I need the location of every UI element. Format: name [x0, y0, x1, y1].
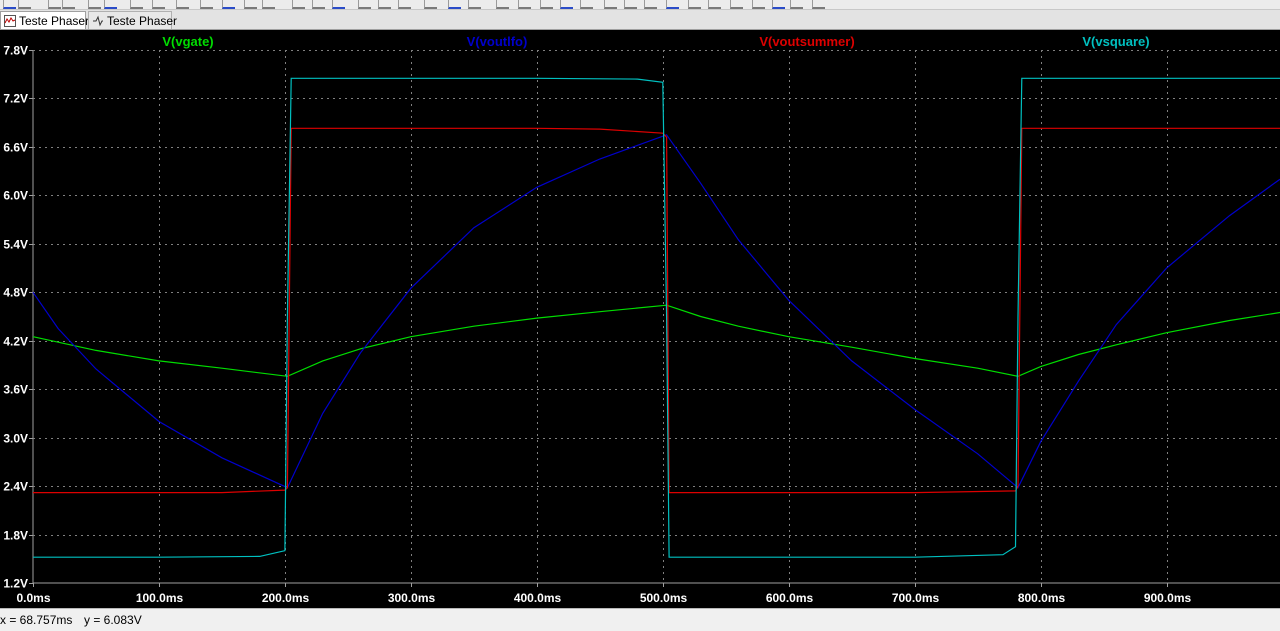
toolbar-button-icon[interactable] — [398, 0, 411, 9]
cursor-y-readout: y = 6.083V — [84, 613, 142, 627]
y-tick-label: 1.8V — [3, 529, 28, 543]
x-tick-label: 300.0ms — [388, 591, 436, 605]
y-tick-label: 1.2V — [3, 577, 28, 591]
toolbar-button-icon[interactable] — [604, 0, 617, 9]
legend-label: V(voutlfo) — [467, 34, 528, 49]
toolbar-button-icon[interactable] — [292, 0, 305, 9]
toolbar-button-icon[interactable] — [772, 0, 785, 9]
y-tick-label: 3.6V — [3, 383, 28, 397]
toolbar-button-icon[interactable] — [468, 0, 481, 9]
toolbar-button-icon[interactable] — [790, 0, 803, 9]
toolbar-button-icon[interactable] — [3, 0, 16, 9]
toolbar-button-icon[interactable] — [48, 0, 61, 9]
toolbar-button-icon[interactable] — [244, 0, 257, 9]
cursor-x-readout: x = 68.757ms — [0, 613, 73, 627]
toolbar-button-icon[interactable] — [708, 0, 721, 9]
toolbar-button-icon[interactable] — [540, 0, 553, 9]
legend-label: V(vsquare) — [1082, 34, 1149, 49]
toolbar-button-icon[interactable] — [222, 0, 235, 9]
toolbar-button-icon[interactable] — [730, 0, 743, 9]
y-tick-label: 7.2V — [3, 92, 28, 106]
toolbar-button-icon[interactable] — [424, 0, 437, 9]
x-tick-label: 100.0ms — [136, 591, 184, 605]
x-tick-label: 800.0ms — [1018, 591, 1066, 605]
toolbar-button-icon[interactable] — [312, 0, 325, 9]
x-tick-label: 600.0ms — [766, 591, 814, 605]
toolbar-button-icon[interactable] — [812, 0, 825, 9]
toolbar-button-icon[interactable] — [152, 0, 165, 9]
waveform-plot[interactable]: 0.0ms 100.0ms 200.0ms 300.0ms 400.0ms 500.0ms… — [0, 30, 1280, 608]
y-tick-label: 4.2V — [3, 335, 28, 349]
x-tick-label: 0.0ms — [16, 591, 50, 605]
toolbar-button-icon[interactable] — [176, 0, 189, 9]
toolbar-button-icon[interactable] — [18, 0, 31, 9]
y-tick-label: 2.4V — [3, 480, 28, 494]
toolbar-button-icon[interactable] — [624, 0, 637, 9]
toolbar-button-icon[interactable] — [518, 0, 531, 9]
toolbar-button-icon[interactable] — [200, 0, 213, 9]
tab-teste-phaser-schematic[interactable]: Teste Phaser — [88, 11, 177, 29]
x-tick-label: 900.0ms — [1144, 591, 1192, 605]
x-tick-label: 200.0ms — [262, 591, 310, 605]
trace-vvsquare — [33, 77, 1280, 558]
waveform-viewer[interactable]: 0.0ms 100.0ms 200.0ms 300.0ms 400.0ms 500.0ms… — [0, 30, 1280, 608]
toolbar-button-icon[interactable] — [560, 0, 573, 9]
legend-label: V(vgate) — [162, 34, 213, 49]
toolbar-button-icon[interactable] — [378, 0, 391, 9]
tab-teste-phaser-waveform[interactable]: Teste Phaser — [0, 11, 90, 29]
y-tick-label: 5.4V — [3, 238, 28, 252]
legend-label: V(voutsummer) — [759, 34, 854, 49]
toolbar-button-icon[interactable] — [448, 0, 461, 9]
tab-bar: Teste Phaser Teste Phaser — [0, 10, 1280, 30]
toolbar-button-icon[interactable] — [580, 0, 593, 9]
toolbar — [0, 0, 1280, 10]
status-bar: x = 68.757ms y = 6.083V — [0, 608, 1280, 631]
toolbar-button-icon[interactable] — [62, 0, 75, 9]
trace-vvoutsummer — [33, 127, 1280, 494]
x-tick-label: 500.0ms — [640, 591, 688, 605]
y-tick-label: 7.8V — [3, 44, 28, 58]
trace-vvoutlfo — [32, 134, 1280, 489]
tab-label: Teste Phaser — [107, 14, 178, 28]
toolbar-button-icon[interactable] — [496, 0, 509, 9]
toolbar-button-icon[interactable] — [688, 0, 701, 9]
toolbar-button-icon[interactable] — [332, 0, 345, 9]
y-tick-label: 3.0V — [3, 432, 28, 446]
toolbar-button-icon[interactable] — [666, 0, 679, 9]
waveform-icon — [4, 15, 16, 27]
y-tick-label: 6.0V — [3, 189, 28, 203]
toolbar-button-icon[interactable] — [262, 0, 275, 9]
x-tick-label: 400.0ms — [514, 591, 562, 605]
y-tick-label: 4.8V — [3, 286, 28, 300]
toolbar-button-icon[interactable] — [358, 0, 371, 9]
toolbar-button-icon[interactable] — [644, 0, 657, 9]
y-tick-label: 6.6V — [3, 141, 28, 155]
toolbar-button-icon[interactable] — [130, 0, 143, 9]
tab-label: Teste Phaser — [19, 14, 90, 28]
x-tick-label: 700.0ms — [892, 591, 940, 605]
toolbar-button-icon[interactable] — [752, 0, 765, 9]
toolbar-button-icon[interactable] — [104, 0, 117, 9]
toolbar-button-icon[interactable] — [88, 0, 101, 9]
trace-vvgate — [32, 304, 1280, 377]
schematic-icon — [93, 15, 103, 27]
